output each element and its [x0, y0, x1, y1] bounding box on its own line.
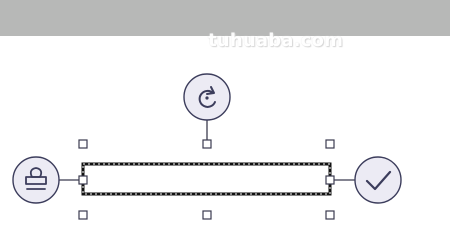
resize-handle-top-left[interactable]	[78, 139, 88, 149]
confirm-button[interactable]	[354, 156, 402, 204]
rotate-button[interactable]	[183, 73, 231, 121]
resize-handle-bottom-center[interactable]	[202, 210, 212, 220]
resize-handle-middle-left[interactable]	[78, 175, 88, 185]
signature-editor-canvas: tuhuaba.com	[0, 0, 450, 240]
resize-handle-middle-right[interactable]	[325, 175, 335, 185]
resize-handle-top-right[interactable]	[325, 139, 335, 149]
resize-handle-top-center[interactable]	[202, 139, 212, 149]
resize-handle-bottom-right[interactable]	[325, 210, 335, 220]
selected-signature-field[interactable]	[81, 162, 332, 196]
stamp-button[interactable]	[12, 156, 60, 204]
selection-overlay	[12, 73, 402, 220]
resize-handle-bottom-left[interactable]	[78, 210, 88, 220]
